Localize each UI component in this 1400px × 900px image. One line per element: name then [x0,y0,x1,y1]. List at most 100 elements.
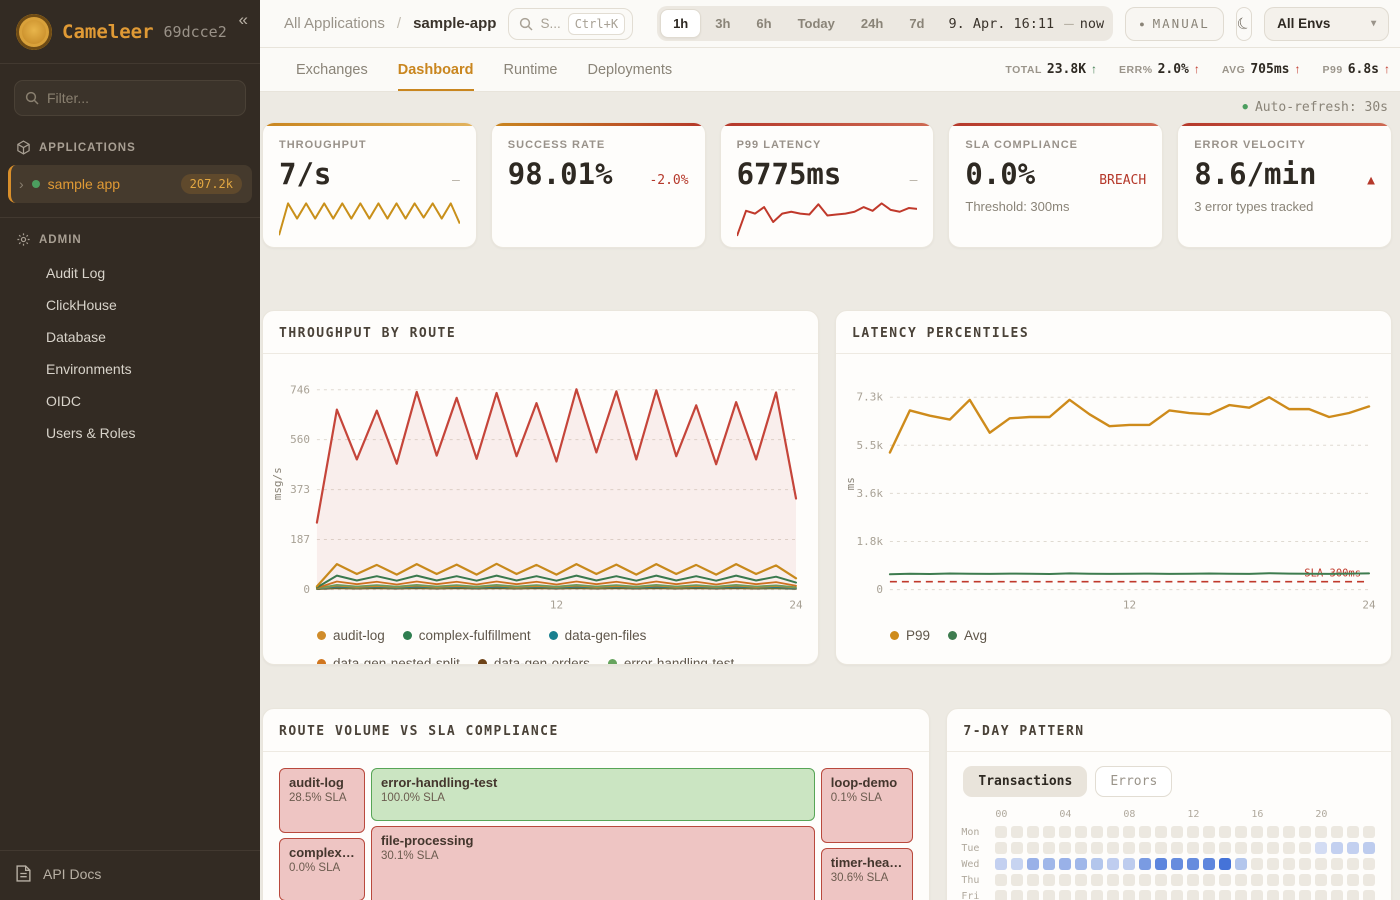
heatmap-cell[interactable] [1027,858,1039,870]
heatmap-cell[interactable] [1315,826,1327,838]
heatmap-cell[interactable] [1331,874,1343,886]
search-input[interactable]: S... Ctrl+K [508,8,633,40]
heatmap-cell[interactable] [1251,842,1263,854]
time-range-7d[interactable]: 7d [897,9,936,38]
heatmap-cell[interactable] [1091,826,1103,838]
heatmap-cell[interactable] [1331,826,1343,838]
heatmap-cell[interactable] [1235,858,1247,870]
heatmap-cell[interactable] [1043,826,1055,838]
heatmap-cell[interactable] [1155,826,1167,838]
time-range-today[interactable]: Today [786,9,847,38]
heatmap-cell[interactable] [1315,842,1327,854]
heatmap-cell[interactable] [1203,874,1215,886]
env-select[interactable]: All Envs ▾ [1264,7,1389,41]
heatmap-cell[interactable] [1299,874,1311,886]
heatmap-cell[interactable] [1043,842,1055,854]
heatmap-cell[interactable] [1139,890,1151,900]
sidebar-item-environments[interactable]: Environments [0,353,260,385]
heatmap-cell[interactable] [1299,826,1311,838]
heatmap-cell[interactable] [1315,890,1327,900]
heatmap-cell[interactable] [1075,890,1087,900]
heatmap-cell[interactable] [1139,826,1151,838]
heatmap-cell[interactable] [995,842,1007,854]
heatmap-cell[interactable] [1203,858,1215,870]
heatmap-cell[interactable] [1251,858,1263,870]
heatmap-cell[interactable] [1299,842,1311,854]
heatmap-cell[interactable] [1139,842,1151,854]
heatmap-cell[interactable] [1059,842,1071,854]
heatmap-cell[interactable] [1219,826,1231,838]
sidebar-item-oidc[interactable]: OIDC [0,385,260,417]
heatmap-cell[interactable] [995,890,1007,900]
heatmap-cell[interactable] [1155,858,1167,870]
heatmap-cell[interactable] [1347,890,1359,900]
heatmap-cell[interactable] [1235,890,1247,900]
time-range-3h[interactable]: 3h [703,9,742,38]
heatmap-cell[interactable] [1171,890,1183,900]
heatmap-cell[interactable] [1347,858,1359,870]
heatmap-cell[interactable] [1075,858,1087,870]
heatmap-cell[interactable] [1219,858,1231,870]
heatmap-cell[interactable] [1123,874,1135,886]
heatmap-cell[interactable] [1075,874,1087,886]
heatmap-cell[interactable] [1219,874,1231,886]
sidebar-item-api-docs[interactable]: API Docs [0,850,260,900]
tab-dashboard[interactable]: Dashboard [398,48,474,91]
heatmap-toggle-transactions[interactable]: Transactions [963,766,1087,797]
heatmap-cell[interactable] [1267,890,1279,900]
tab-deployments[interactable]: Deployments [588,48,673,91]
heatmap-cell[interactable] [1155,890,1167,900]
heatmap-cell[interactable] [1283,826,1295,838]
heatmap-cell[interactable] [1043,890,1055,900]
dark-mode-toggle[interactable]: ☾ [1236,7,1252,41]
heatmap-cell[interactable] [1283,890,1295,900]
heatmap-cell[interactable] [1315,858,1327,870]
heatmap-cell[interactable] [1203,826,1215,838]
heatmap-cell[interactable] [1123,858,1135,870]
breadcrumb-root[interactable]: All Applications [284,15,385,32]
heatmap-cell[interactable] [1283,874,1295,886]
heatmap-cell[interactable] [1363,826,1375,838]
heatmap-cell[interactable] [1171,842,1183,854]
heatmap-cell[interactable] [1363,842,1375,854]
heatmap-cell[interactable] [1235,874,1247,886]
heatmap-cell[interactable] [1315,874,1327,886]
heatmap-cell[interactable] [995,826,1007,838]
heatmap-cell[interactable] [1267,842,1279,854]
heatmap-cell[interactable] [1363,874,1375,886]
heatmap-cell[interactable] [1251,826,1263,838]
heatmap-cell[interactable] [1283,858,1295,870]
heatmap-cell[interactable] [1219,842,1231,854]
heatmap-cell[interactable] [1043,874,1055,886]
time-range-24h[interactable]: 24h [849,9,895,38]
heatmap-cell[interactable] [1091,842,1103,854]
heatmap-cell[interactable] [1331,842,1343,854]
heatmap-cell[interactable] [1187,858,1199,870]
heatmap-cell[interactable] [1267,874,1279,886]
expand-chevron-icon[interactable]: › [19,176,24,192]
heatmap-cell[interactable] [1091,874,1103,886]
heatmap-cell[interactable] [1027,826,1039,838]
heatmap-cell[interactable] [1283,842,1295,854]
heatmap-cell[interactable] [1187,874,1199,886]
heatmap-cell[interactable] [1251,890,1263,900]
heatmap-cell[interactable] [1347,874,1359,886]
heatmap-cell[interactable] [1155,874,1167,886]
date-to[interactable]: now [1078,16,1110,32]
treemap-tile-file-processing[interactable]: file-processing30.1% SLA [371,826,815,900]
heatmap-cell[interactable] [1059,890,1071,900]
heatmap-cell[interactable] [1027,890,1039,900]
heatmap-cell[interactable] [1363,890,1375,900]
heatmap-cell[interactable] [1139,874,1151,886]
treemap-tile-loop-demo[interactable]: loop-demo0.1% SLA [821,768,914,843]
heatmap-cell[interactable] [1123,842,1135,854]
heatmap-cell[interactable] [1267,858,1279,870]
treemap-tile-audit-log[interactable]: audit-log28.5% SLA [279,768,365,833]
treemap-tile-error-handling-test[interactable]: error-handling-test100.0% SLA [371,768,815,821]
heatmap-cell[interactable] [1139,858,1151,870]
heatmap-cell[interactable] [1011,842,1023,854]
manual-refresh-button[interactable]: ● MANUAL [1125,7,1224,41]
heatmap-cell[interactable] [1187,890,1199,900]
heatmap-cell[interactable] [1171,826,1183,838]
heatmap-cell[interactable] [1011,890,1023,900]
